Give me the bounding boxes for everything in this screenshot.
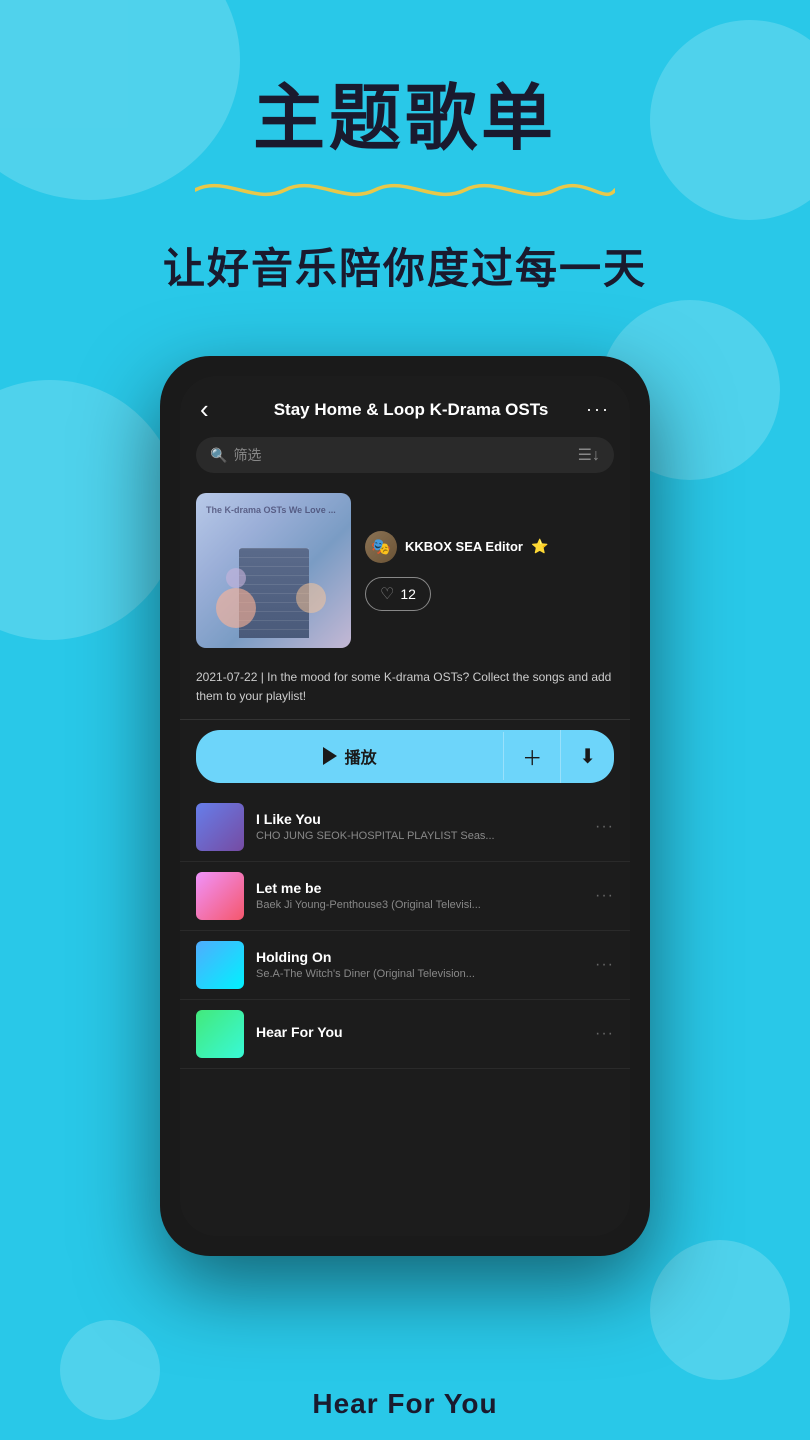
song-info-4: Hear For You	[256, 1024, 583, 1043]
wave-decoration	[195, 175, 615, 205]
star-icon: ⭐	[531, 538, 548, 555]
song-thumbnail-1	[196, 803, 244, 851]
song-thumbnail-3	[196, 941, 244, 989]
search-placeholder: 筛选	[233, 445, 577, 465]
main-title: 主题歌单	[0, 80, 810, 159]
play-icon	[323, 747, 337, 765]
playlist-title: Stay Home & Loop K-Drama OSTs	[236, 400, 586, 420]
editor-avatar: 🎭	[365, 531, 397, 563]
play-label: 播放	[345, 744, 377, 768]
heart-icon: ♡	[380, 584, 394, 604]
song-name-3: Holding On	[256, 949, 583, 965]
download-button[interactable]: ⬇	[561, 732, 614, 781]
header-section: 主题歌单 让好音乐陪你度过每一天	[0, 0, 810, 296]
editor-row: 🎭 KKBOX SEA Editor ⭐	[365, 531, 614, 563]
song-name-4: Hear For You	[256, 1024, 583, 1040]
song-info-1: I Like You CHO JUNG SEOK-HOSPITAL PLAYLI…	[256, 811, 583, 842]
song-thumbnail-4	[196, 1010, 244, 1058]
play-bar: 播放 ＋ ⬇	[196, 730, 614, 783]
phone-frame: ‹ Stay Home & Loop K-Drama OSTs ··· 🔍 筛选…	[160, 356, 650, 1256]
editor-name: KKBOX SEA Editor	[405, 539, 523, 554]
song-artist-2: Baek Ji Young-Penthouse3 (Original Telev…	[256, 899, 583, 911]
phone-container: ‹ Stay Home & Loop K-Drama OSTs ··· 🔍 筛选…	[0, 356, 810, 1256]
editor-avatar-icon: 🎭	[371, 537, 391, 557]
song-more-2[interactable]: ···	[595, 887, 614, 905]
song-artist-3: Se.A-The Witch's Diner (Original Televis…	[256, 968, 583, 980]
sort-icon: ☰↓	[578, 445, 600, 465]
song-artist-1: CHO JUNG SEOK-HOSPITAL PLAYLIST Seas...	[256, 830, 583, 842]
bottom-label-text: Hear For You	[312, 1388, 497, 1419]
song-more-4[interactable]: ···	[595, 1025, 614, 1043]
song-info-3: Holding On Se.A-The Witch's Diner (Origi…	[256, 949, 583, 980]
phone-screen: ‹ Stay Home & Loop K-Drama OSTs ··· 🔍 筛选…	[180, 376, 630, 1236]
bottom-label: Hear For You	[0, 1388, 810, 1420]
back-button[interactable]: ‹	[200, 394, 236, 425]
song-item[interactable]: I Like You CHO JUNG SEOK-HOSPITAL PLAYLI…	[180, 793, 630, 862]
album-art-circle-2	[296, 583, 326, 613]
bg-blob-5	[650, 1240, 790, 1380]
song-thumbnail-2	[196, 872, 244, 920]
search-icon: 🔍	[210, 447, 227, 464]
song-info-2: Let me be Baek Ji Young-Penthouse3 (Orig…	[256, 880, 583, 911]
song-item[interactable]: Holding On Se.A-The Witch's Diner (Origi…	[180, 931, 630, 1000]
playlist-meta: 🎭 KKBOX SEA Editor ⭐ ♡ 12	[365, 493, 614, 648]
album-art: The K-drama OSTs We Love ...	[196, 493, 351, 648]
song-name-2: Let me be	[256, 880, 583, 896]
song-more-1[interactable]: ···	[595, 818, 614, 836]
play-button[interactable]: 播放	[196, 732, 504, 780]
song-item[interactable]: Let me be Baek Ji Young-Penthouse3 (Orig…	[180, 862, 630, 931]
like-button[interactable]: ♡ 12	[365, 577, 431, 611]
subtitle: 让好音乐陪你度过每一天	[0, 235, 810, 296]
song-more-3[interactable]: ···	[595, 956, 614, 974]
playlist-description: 2021-07-22 | In the mood for some K-dram…	[180, 658, 630, 719]
song-item[interactable]: Hear For You ···	[180, 1000, 630, 1069]
top-bar: ‹ Stay Home & Loop K-Drama OSTs ···	[180, 376, 630, 437]
song-list: I Like You CHO JUNG SEOK-HOSPITAL PLAYLI…	[180, 793, 630, 1237]
song-name-1: I Like You	[256, 811, 583, 827]
add-button[interactable]: ＋	[504, 730, 561, 783]
more-options-button[interactable]: ···	[586, 399, 610, 420]
album-art-text: The K-drama OSTs We Love ...	[206, 505, 336, 515]
search-bar[interactable]: 🔍 筛选 ☰↓	[196, 437, 614, 473]
album-art-circle-1	[216, 588, 256, 628]
like-count: 12	[400, 586, 416, 602]
playlist-info: The K-drama OSTs We Love ... 🎭 KKBOX SEA…	[180, 483, 630, 658]
